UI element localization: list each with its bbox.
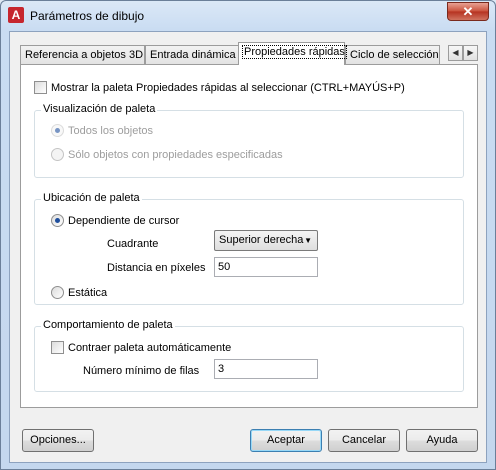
static-label: Estática [68, 286, 108, 299]
tab-label: Entrada dinámica [150, 49, 236, 61]
quadrant-value: Superior derecha [219, 234, 304, 246]
options-button[interactable]: Opciones... [22, 429, 94, 452]
palette-behavior-group: Comportamiento de paleta Contraer paleta… [34, 319, 464, 392]
distance-label: Distancia en píxeles [107, 262, 206, 274]
collapse-palette-option[interactable]: Contraer paleta automáticamente [51, 341, 231, 354]
tab-scroll-right-button[interactable]: ▶ [463, 45, 478, 61]
tab-quick-properties[interactable]: Propiedades rápidas [238, 42, 347, 65]
tab-3d-osnap[interactable]: Referencia a objetos 3D [20, 45, 145, 64]
dialog-client-area: Referencia a objetos 3D Entrada dinámica… [9, 31, 487, 463]
show-palette-option[interactable]: Mostrar la paleta Propiedades rápidas al… [34, 81, 405, 94]
palette-location-title: Ubicación de paleta [41, 192, 142, 204]
close-button[interactable]: ✕ [447, 2, 489, 21]
collapse-palette-checkbox[interactable] [51, 341, 64, 354]
static-option[interactable]: Estática [51, 286, 107, 299]
title-bar: A Parámetros de dibujo ✕ [1, 1, 495, 31]
window-title: Parámetros de dibujo [30, 9, 145, 23]
autocad-app-icon: A [8, 7, 24, 23]
cancel-button[interactable]: Cancelar [328, 429, 400, 452]
palette-location-group: Ubicación de paleta Dependiente de curso… [34, 192, 464, 305]
tab-label: Referencia a objetos 3D [25, 49, 144, 61]
tab-selection-cycling[interactable]: Ciclo de selección [345, 45, 440, 64]
min-rows-input[interactable]: 3 [214, 359, 318, 379]
cursor-dependent-radio[interactable] [51, 214, 64, 227]
min-rows-label: Número mínimo de filas [83, 365, 200, 377]
all-objects-label: Todos los objetos [68, 124, 153, 137]
palette-display-title: Visualización de paleta [41, 103, 158, 115]
quadrant-label: Cuadrante [107, 238, 159, 250]
dialog-window: A Parámetros de dibujo ✕ Referencia a ob… [0, 0, 496, 470]
specified-objects-option[interactable]: Sólo objetos con propiedades especificad… [51, 148, 283, 161]
tab-dynamic-input[interactable]: Entrada dinámica [145, 45, 240, 64]
all-objects-radio[interactable] [51, 124, 64, 137]
specified-objects-label: Sólo objetos con propiedades especificad… [68, 148, 283, 161]
show-palette-label: Mostrar la paleta Propiedades rápidas al… [51, 81, 405, 94]
chevron-down-icon: ▼ [304, 236, 312, 245]
tab-scroll-left-button[interactable]: ◀ [448, 45, 463, 61]
collapse-palette-label: Contraer paleta automáticamente [68, 341, 232, 354]
tab-strip: Referencia a objetos 3D Entrada dinámica… [20, 42, 480, 65]
palette-behavior-title: Comportamiento de paleta [41, 319, 175, 331]
all-objects-option[interactable]: Todos los objetos [51, 124, 153, 137]
palette-display-group: Visualización de paleta Todos los objeto… [34, 103, 464, 178]
show-palette-checkbox[interactable] [34, 81, 47, 94]
static-radio[interactable] [51, 286, 64, 299]
quadrant-dropdown[interactable]: Superior derecha ▼ [214, 230, 318, 251]
cursor-dependent-option[interactable]: Dependiente de cursor [51, 214, 179, 227]
specified-objects-radio[interactable] [51, 148, 64, 161]
cursor-dependent-label: Dependiente de cursor [68, 214, 180, 227]
accept-button[interactable]: Aceptar [250, 429, 322, 452]
tab-label: Ciclo de selección [350, 49, 439, 61]
tab-label: Propiedades rápidas [242, 45, 347, 59]
distance-input[interactable]: 50 [214, 257, 318, 277]
help-button[interactable]: Ayuda [406, 429, 478, 452]
quick-properties-panel: Mostrar la paleta Propiedades rápidas al… [20, 64, 478, 408]
